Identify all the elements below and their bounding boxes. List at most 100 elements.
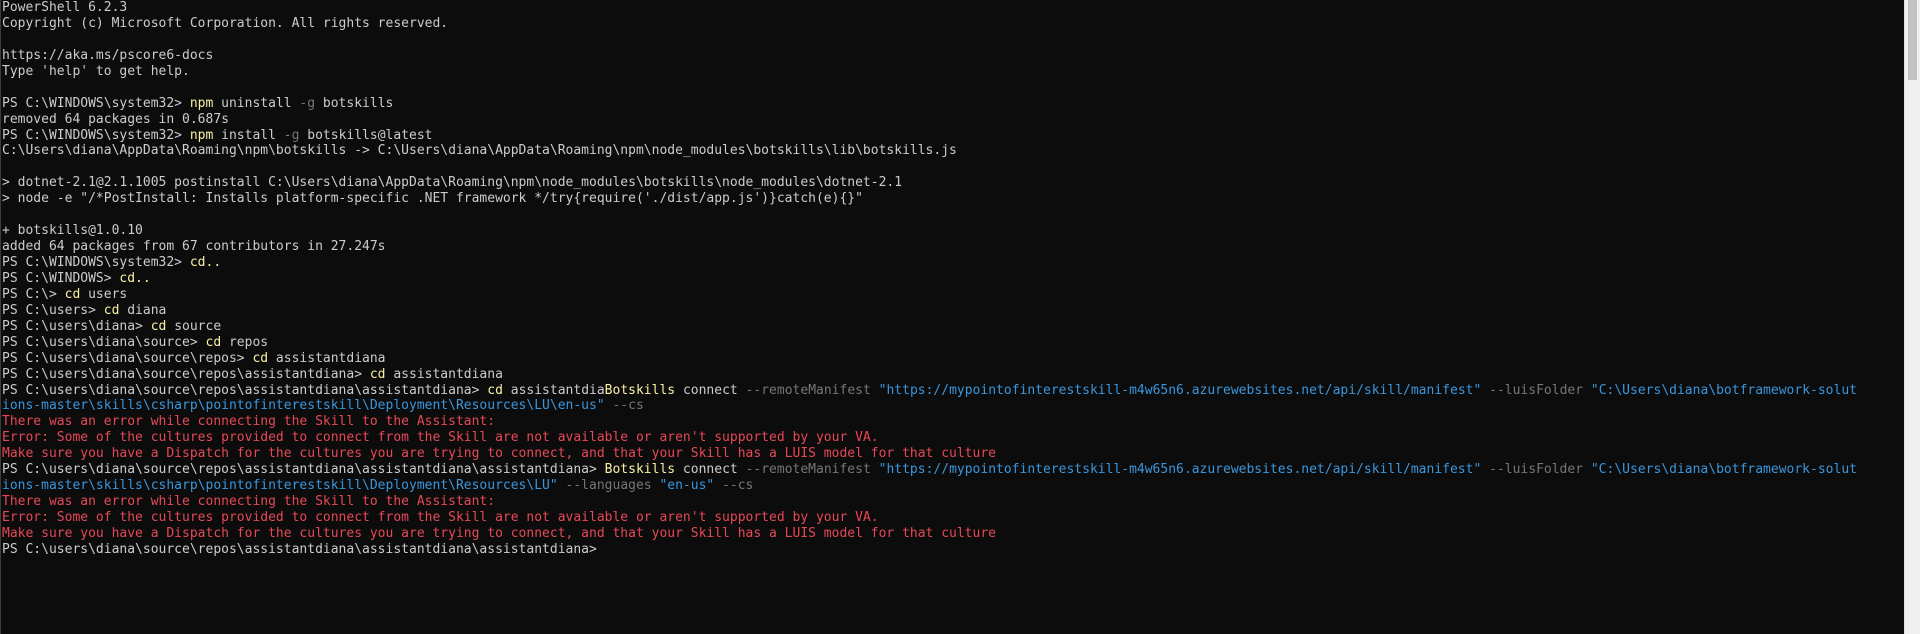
console-text-segment: cd	[205, 334, 222, 350]
console-text-segment: repos	[221, 334, 269, 350]
console-text-segment: connect	[675, 462, 746, 478]
console-text-segment: cd	[103, 302, 120, 318]
console-text-segment: https://aka.ms/pscore6-docs	[2, 47, 214, 63]
console-line: ions-master\skills\csharp\pointofinteres…	[2, 478, 1904, 494]
console-text-segment: --cs	[612, 398, 644, 414]
console-text-segment	[1583, 462, 1591, 477]
scrollbar-thumb[interactable]	[1908, 0, 1917, 80]
console-text-segment: PS C:\users\diana\source>	[2, 334, 206, 350]
console-line: Make sure you have a Dispatch for the cu…	[2, 526, 1904, 542]
console-text-segment: assistantdiana	[268, 350, 386, 366]
console-text-segment: assistantdia	[502, 382, 605, 398]
console-text-segment: ions-master\skills\csharp\pointofinteres…	[2, 398, 605, 414]
console-text-segment: diana	[119, 302, 167, 318]
console-text-segment: -g	[299, 95, 316, 111]
console-line: ions-master\skills\csharp\pointofinteres…	[2, 398, 1904, 414]
console-text-segment: Make sure you have a Dispatch for the cu…	[2, 525, 996, 541]
console-text-segment: PS C:\>	[2, 286, 65, 302]
console-text-segment: source	[166, 318, 222, 334]
vertical-scrollbar[interactable]	[1904, 0, 1920, 634]
console-line: > dotnet-2.1@2.1.1005 postinstall C:\Use…	[2, 175, 1904, 191]
console-line: > node -e "/*PostInstall: Installs platf…	[2, 191, 1904, 207]
console-line: There was an error while connecting the …	[2, 494, 1904, 510]
console-text-segment: > dotnet-2.1@2.1.1005 postinstall C:\Use…	[2, 175, 903, 191]
console-text-segment	[871, 383, 879, 398]
console-text-segment: "C:\Users\diana\botframework-solut	[1590, 462, 1857, 478]
console-line: PS C:\users\diana\source\repos> cd assis…	[2, 351, 1904, 367]
console-text-segment: cd..	[119, 270, 151, 286]
console-text-segment	[871, 462, 879, 477]
console-text-segment	[558, 478, 566, 493]
console-line: Error: Some of the cultures provided to …	[2, 430, 1904, 446]
console-text-segment: PS C:\WINDOWS\system32>	[2, 255, 190, 270]
console-text-segment: --cs	[722, 478, 754, 494]
console-text-segment: PS C:\users\diana\source\repos\assistant…	[2, 462, 605, 478]
console-text-segment: "en-us"	[659, 478, 715, 494]
console-text-segment: cd	[64, 286, 81, 302]
console-text-segment: assistantdiana	[385, 366, 503, 382]
console-text-segment: + botskills@1.0.10	[2, 223, 143, 239]
console-text-segment: Botskills	[604, 382, 676, 398]
console-text-segment: users	[80, 286, 128, 302]
console-line: PS C:\users\diana\source\repos\assistant…	[2, 383, 1904, 399]
console-text-segment: cd	[487, 382, 503, 398]
console-text-segment: There was an error while connecting the …	[2, 414, 496, 430]
console-text-segment: --remoteManifest	[745, 462, 871, 478]
console-text-segment: botskills@latest	[299, 127, 433, 143]
console-text-segment: Type 'help' to get help.	[2, 63, 190, 79]
console-text-segment: npm	[189, 127, 214, 143]
console-text-segment: Make sure you have a Dispatch for the cu…	[2, 446, 996, 462]
console-line: Copyright (c) Microsoft Corporation. All…	[2, 16, 1904, 32]
console-text-segment: There was an error while connecting the …	[2, 494, 496, 510]
console-text-segment: botskills	[315, 95, 394, 111]
console-text-segment: PS C:\users\diana>	[2, 318, 151, 334]
console-text-segment: --remoteManifest	[745, 382, 871, 398]
console-text-segment: cd	[369, 366, 386, 382]
console-line: PS C:\users\diana\source\repos\assistant…	[2, 367, 1904, 383]
console-output: PowerShell 6.2.3 Copyright (c) Microsoft …	[1, 0, 1904, 558]
console-text-segment	[1481, 383, 1489, 398]
powershell-console[interactable]: PowerShell 6.2.3 Copyright (c) Microsoft …	[0, 0, 1904, 634]
console-line: PS C:\users\diana> cd source	[2, 319, 1904, 335]
console-text-segment: PS C:\users\diana\source\repos>	[2, 350, 253, 366]
console-line: Error: Some of the cultures provided to …	[2, 510, 1904, 526]
console-text-segment: Error: Some of the cultures provided to …	[2, 510, 879, 525]
console-line: PS C:\users\diana\source\repos\assistant…	[2, 462, 1904, 478]
console-text-segment: PS C:\users\diana\source\repos\assistant…	[2, 366, 370, 382]
console-text-segment: PS C:\users\diana\source\repos\assistant…	[2, 382, 488, 398]
console-text-segment: PS C:\WINDOWS\system32>	[2, 127, 190, 143]
console-text-segment: "C:\Users\diana\botframework-solut	[1590, 382, 1857, 398]
console-line: PS C:\WINDOWS\system32> cd..	[2, 255, 1904, 271]
console-line: PS C:\> cd users	[2, 287, 1904, 303]
console-text-segment: "https://mypointofinterestskill-m4w65n6.…	[878, 462, 1482, 478]
console-line: There was an error while connecting the …	[2, 414, 1904, 430]
console-text-segment: Botskills	[604, 462, 676, 478]
console-line: PS C:\users\diana\source> cd repos	[2, 335, 1904, 351]
console-text-segment: > node -e "/*PostInstall: Installs platf…	[2, 191, 863, 207]
console-text-segment: --luisFolder	[1489, 462, 1584, 478]
console-text-segment: PS C:\users\diana\source\repos\assistant…	[2, 541, 597, 557]
console-text-segment: removed 64 packages in 0.687s	[2, 111, 229, 127]
console-text-segment: Copyright (c) Microsoft Corporation. All…	[2, 15, 449, 31]
console-line: PS C:\WINDOWS> cd..	[2, 271, 1904, 287]
console-text-segment: cd	[252, 350, 269, 366]
console-text-segment: PS C:\WINDOWS\system32>	[2, 95, 190, 111]
console-line: https://aka.ms/pscore6-docs	[2, 48, 1904, 64]
console-line: + botskills@1.0.10	[2, 223, 1904, 239]
console-text-segment	[1583, 383, 1591, 398]
console-text-segment: connect	[675, 382, 746, 398]
console-text-segment: PS C:\WINDOWS>	[2, 270, 120, 286]
console-text-segment: --luisFolder	[1489, 382, 1584, 398]
console-text-segment: --languages	[565, 478, 652, 494]
console-line: PowerShell 6.2.3	[2, 0, 1904, 16]
console-line: removed 64 packages in 0.687s	[2, 112, 1904, 128]
console-text-segment: ions-master\skills\csharp\pointofinteres…	[2, 478, 558, 494]
console-line: C:\Users\diana\AppData\Roaming\npm\botsk…	[2, 143, 1904, 159]
console-text-segment: npm	[189, 95, 214, 111]
console-text-segment	[714, 478, 722, 493]
console-text-segment: uninstall	[213, 95, 300, 111]
console-text-segment: PS C:\users>	[2, 302, 104, 318]
console-line: added 64 packages from 67 contributors i…	[2, 239, 1904, 255]
